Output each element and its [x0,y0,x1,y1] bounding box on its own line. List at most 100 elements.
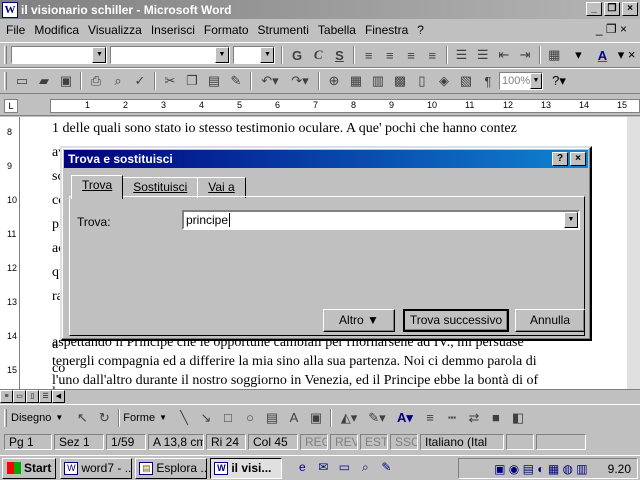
task-explorer[interactable]: ▤ Esplora ... [135,457,208,479]
italic-button[interactable]: C [308,45,329,65]
hyperlink-icon[interactable]: ⊕ [323,71,345,91]
status-spelling[interactable] [506,434,534,450]
free-rotate-icon[interactable]: ↻ [93,408,115,428]
copy-icon[interactable]: ❐ [181,71,203,91]
chevron-down-icon[interactable]: ▼ [530,73,542,89]
start-button[interactable]: Start [2,457,57,479]
find-input[interactable]: principe ▼ [182,210,580,230]
highlight-icon[interactable]: ▾ [565,45,592,65]
chevron-down-icon[interactable]: ▼ [92,47,107,63]
font-size-combo[interactable]: ▼ [232,46,276,64]
search-icon[interactable]: ⌕ [356,460,374,476]
print-icon[interactable]: ⎙ [85,71,107,91]
office-assistant-icon[interactable]: ?▾ [543,71,575,91]
fill-color-icon[interactable]: ◭▾ [335,408,363,428]
scroll-left-icon[interactable]: ◀ [52,390,65,403]
clipart-icon[interactable]: ▣ [305,408,327,428]
status-reg[interactable]: REG [300,434,328,450]
zoom-combo[interactable]: 100% ▼ [499,72,543,90]
web-view-icon[interactable]: ▭ [13,390,26,403]
dialog-title-bar[interactable]: Trova e sostituisci ? × [64,150,588,168]
horizontal-scrollbar[interactable]: ≡ ▭ ▯ ☰ ◀ [0,389,640,403]
print-preview-icon[interactable]: ⌕ [107,71,129,91]
document-window-controls[interactable]: _ ❐ × [596,22,627,36]
status-ssc[interactable]: SSC [390,434,418,450]
more-button[interactable]: Altro ▼ [323,309,395,332]
underline-button[interactable]: S [329,45,350,65]
chevron-down-icon[interactable]: ▼ [260,47,275,63]
status-rev[interactable]: REV [330,434,358,450]
toolbar-grip[interactable] [4,408,7,427]
notepad-icon[interactable]: ✎ [377,460,395,476]
word-app-icon[interactable]: W [2,1,18,18]
align-right-icon[interactable]: ≡ [400,45,421,65]
font-color-icon[interactable]: A [592,45,613,65]
format-painter-icon[interactable]: ✎ [225,71,247,91]
chevron-down-icon[interactable]: ▼ [214,47,229,63]
font-combo[interactable]: ▼ [110,46,230,64]
menu-modifica[interactable]: Modifica [34,23,79,37]
tray-icons[interactable]: ▣ ◉ ▤ ◐ ▦ ◍ ▥ [494,462,588,476]
find-next-button[interactable]: Trova successivo [403,309,509,332]
menu-tabella[interactable]: Tabella [318,23,356,37]
menu-formato[interactable]: Formato [204,23,249,37]
font-color-icon[interactable]: A▾ [391,408,419,428]
close-button[interactable]: × [622,2,638,16]
task-word7[interactable]: Wword7 - ... [60,457,133,479]
insert-table-icon[interactable]: ▥ [367,71,389,91]
new-document-icon[interactable]: ▭ [11,71,33,91]
align-center-icon[interactable]: ≡ [379,45,400,65]
oval-icon[interactable]: ○ [239,408,261,428]
document-map-icon[interactable]: ▧ [455,71,477,91]
chevron-down-icon[interactable]: ▼ [564,212,578,228]
cancel-button[interactable]: Annulla [515,309,585,332]
tab-vai-a[interactable]: Vai a [197,177,246,198]
document-line[interactable]: 1 delle quali sono stato io stesso testi… [52,117,627,141]
3d-icon[interactable]: ◧ [507,408,529,428]
clock[interactable]: 9.20 [608,462,631,476]
normal-view-icon[interactable]: ≡ [0,390,13,403]
menu-help[interactable]: ? [417,23,424,37]
line-icon[interactable]: ╲ [173,408,195,428]
outline-view-icon[interactable]: ☰ [39,390,52,403]
line-style-icon[interactable]: ≡ [419,408,441,428]
columns-icon[interactable]: ▯ [411,71,433,91]
help-button[interactable]: ? [552,152,568,166]
open-folder-icon[interactable]: ▰ [33,71,55,91]
bullet-list-icon[interactable]: ☰ [472,45,493,65]
cut-icon[interactable]: ✂ [159,71,181,91]
save-icon[interactable]: ▣ [55,71,77,91]
shadow-icon[interactable]: ■ [485,408,507,428]
restore-button[interactable]: ❐ [604,2,620,16]
draw-menu[interactable]: Disegno [11,412,51,424]
vertical-scrollbar[interactable] [627,117,640,389]
tab-sostituisci[interactable]: Sostituisci [122,177,199,198]
redo-icon[interactable]: ↷▾ [285,71,315,91]
page-view-icon[interactable]: ▯ [26,390,39,403]
status-est[interactable]: EST [360,434,388,450]
status-language[interactable]: Italiano (Ital [420,434,504,450]
task-il-visionario[interactable]: Wil visi... [210,457,283,479]
menu-visualizza[interactable]: Visualizza [88,23,142,37]
ruler-band[interactable]: 1 2 3 4 5 6 7 8 9 10 11 12 13 14 15 [50,99,640,113]
more-buttons-icon[interactable]: ▾ × [613,45,640,65]
decrease-indent-icon[interactable]: ⇤ [493,45,514,65]
textbox-icon[interactable]: ▤ [261,408,283,428]
insert-excel-icon[interactable]: ▩ [389,71,411,91]
autoshapes-menu[interactable]: Forme [123,412,155,424]
paste-icon[interactable]: ▤ [203,71,225,91]
bold-button[interactable]: G [286,45,307,65]
line-color-icon[interactable]: ✎▾ [363,408,391,428]
document-line[interactable]: l'uno dall'altro durante il nostro soggi… [52,371,538,389]
numbered-list-icon[interactable]: ☰ [451,45,472,65]
tab-trova[interactable]: Trova [71,175,124,199]
show-hide-icon[interactable]: ¶ [477,71,499,91]
outlook-icon[interactable]: ✉ [314,460,332,476]
style-combo[interactable]: ▼ [10,46,108,64]
align-left-icon[interactable]: ≡ [358,45,379,65]
tables-borders-icon[interactable]: ▦ [345,71,367,91]
menu-file[interactable]: File [6,23,25,37]
arrow-style-icon[interactable]: ⇄ [463,408,485,428]
increase-indent-icon[interactable]: ⇥ [514,45,535,65]
desktop-icon[interactable]: ▭ [335,460,353,476]
